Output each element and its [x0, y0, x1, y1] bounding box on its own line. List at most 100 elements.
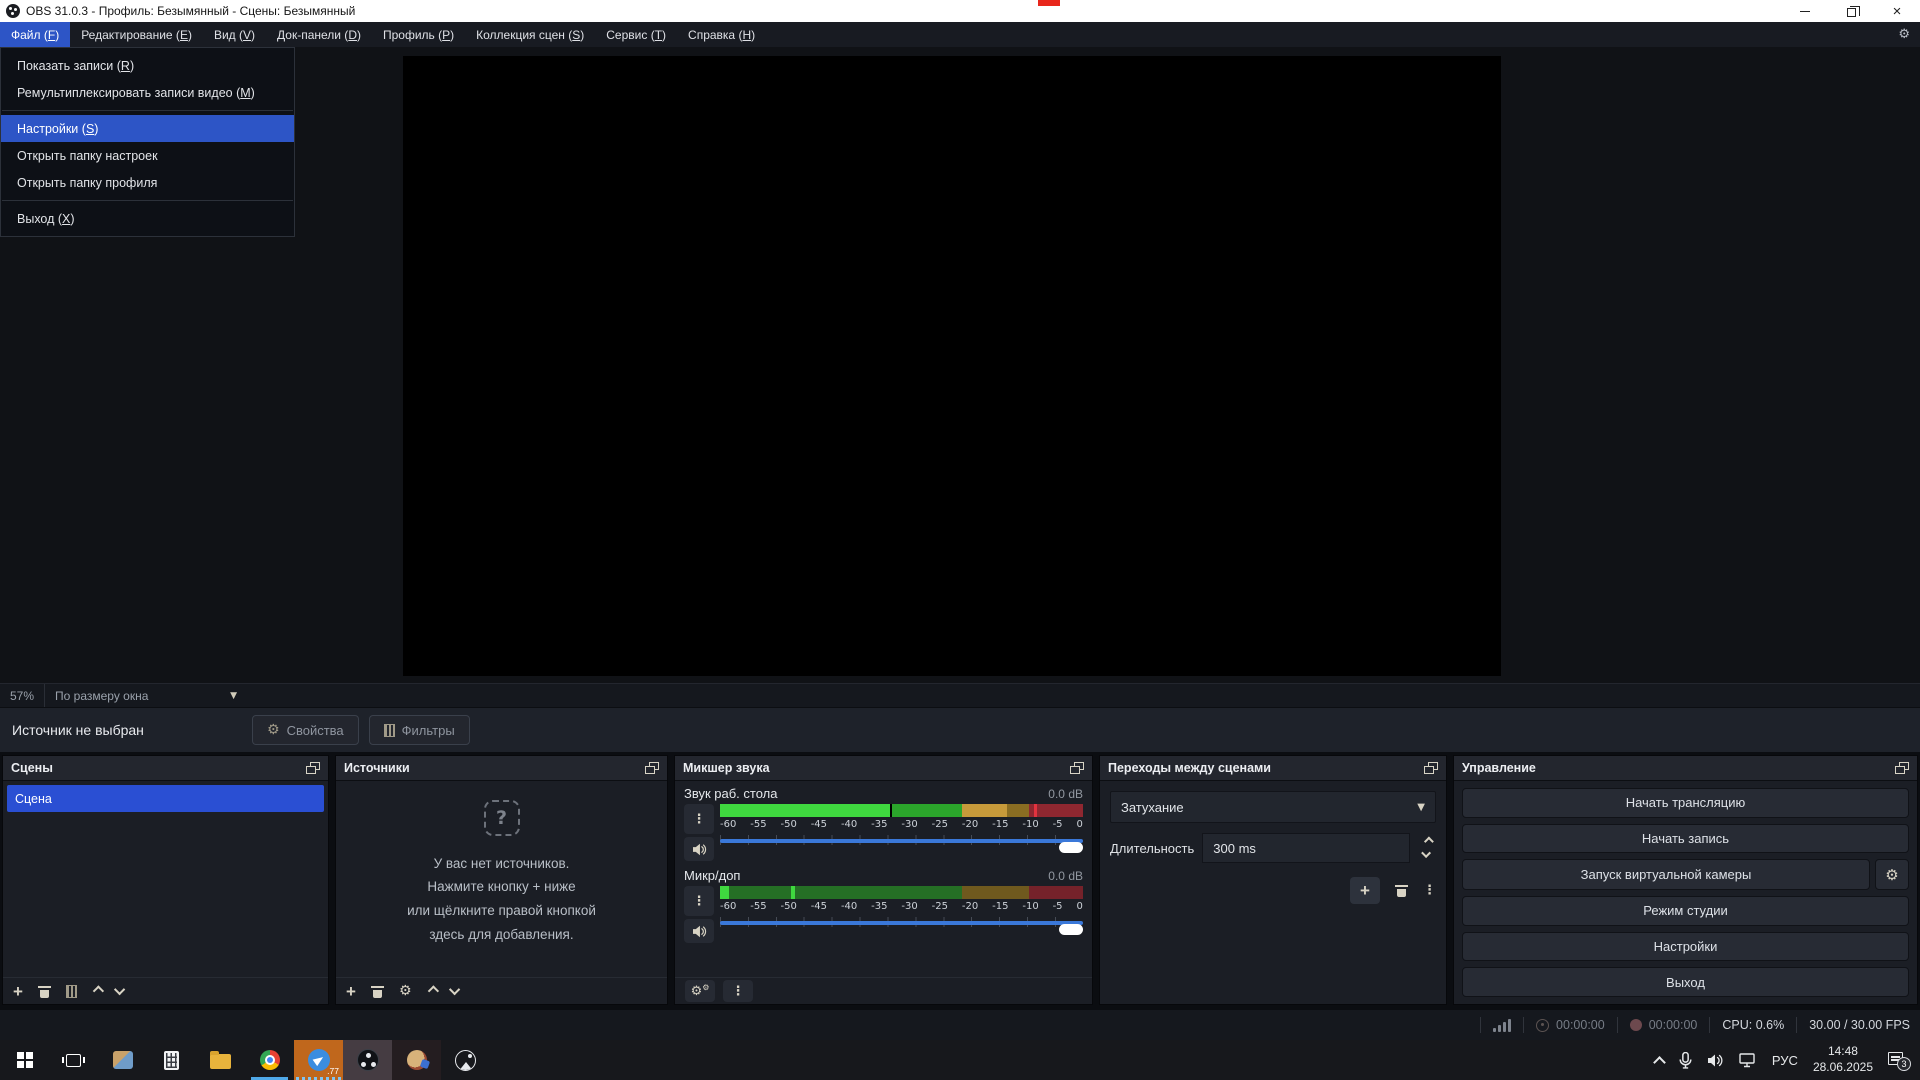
file-menu-remux[interactable]: Ремультиплексировать записи видео (M) — [1, 79, 294, 106]
help-icon: ? — [484, 800, 520, 836]
scene-list-item[interactable]: Сцена — [7, 785, 324, 812]
menu-view[interactable]: Вид (V) — [203, 22, 266, 47]
file-menu-dropdown: Показать записи (R) Ремультиплексировать… — [0, 47, 295, 237]
slider-handle[interactable] — [1059, 924, 1083, 935]
taskbar-app-images[interactable] — [441, 1040, 490, 1080]
minimize-icon — [1800, 11, 1810, 12]
file-menu-exit[interactable]: Выход (X) — [1, 205, 294, 232]
taskbar-app-explorer[interactable] — [196, 1040, 245, 1080]
virtual-camera-settings-button[interactable]: ⚙ — [1875, 859, 1909, 890]
volume-slider[interactable] — [720, 914, 1083, 931]
clock[interactable]: 14:48 28.06.2025 — [1813, 1044, 1873, 1075]
task-view-button[interactable] — [49, 1040, 98, 1080]
popout-icon[interactable] — [1895, 762, 1909, 774]
filters-button[interactable]: Фильтры — [369, 715, 470, 745]
move-scene-down-button[interactable] — [114, 984, 125, 995]
file-menu-settings[interactable]: Настройки (S) — [1, 115, 294, 142]
filter-icon — [384, 724, 395, 737]
sources-panel: Источники ? У вас нет источников. Нажмит… — [335, 755, 668, 1005]
settings-gear-icon[interactable]: ⚙ — [1898, 22, 1920, 47]
zoom-mode-dropdown[interactable]: По размеру окна ▼ — [45, 684, 245, 707]
transition-select[interactable]: Затухание ▼ — [1110, 791, 1436, 823]
notification-center-button[interactable]: 3 — [1888, 1052, 1906, 1068]
restore-button[interactable] — [1828, 0, 1874, 22]
mute-button[interactable] — [684, 837, 714, 861]
move-source-down-button[interactable] — [448, 984, 459, 995]
taskbar-app-game[interactable] — [392, 1040, 441, 1080]
start-recording-button[interactable]: Начать запись — [1462, 824, 1909, 854]
taskbar: .77 РУС 14:48 28.06.2025 3 — [0, 1040, 1920, 1080]
taskbar-app-alert[interactable]: .77 — [294, 1040, 343, 1080]
stream-timer: 00:00:00 — [1536, 1018, 1605, 1032]
popout-icon[interactable] — [306, 762, 320, 774]
start-streaming-button[interactable]: Начать трансляцию — [1462, 788, 1909, 818]
remove-transition-button[interactable] — [1396, 884, 1407, 897]
tray-expand-icon[interactable] — [1653, 1056, 1666, 1069]
add-scene-button[interactable]: + — [13, 983, 23, 1000]
add-source-button[interactable]: + — [346, 983, 356, 1000]
scene-filters-button[interactable] — [66, 985, 77, 998]
taskbar-app-photos[interactable] — [98, 1040, 147, 1080]
move-source-up-button[interactable] — [427, 985, 438, 996]
popout-icon[interactable] — [1424, 762, 1438, 774]
exit-button[interactable]: Выход — [1462, 967, 1909, 997]
track-options-button[interactable]: ⋮ — [684, 886, 714, 916]
start-button[interactable] — [0, 1040, 49, 1080]
volume-slider[interactable] — [720, 832, 1083, 849]
track-options-button[interactable]: ⋮ — [684, 804, 714, 834]
spin-down-button[interactable] — [1421, 848, 1431, 858]
network-icon[interactable] — [1739, 1053, 1757, 1068]
menu-help[interactable]: Справка (H) — [677, 22, 766, 47]
record-icon — [1630, 1019, 1642, 1031]
transition-options-button[interactable]: ⋮ — [1423, 883, 1436, 898]
file-menu-show-recordings[interactable]: Показать записи (R) — [1, 52, 294, 79]
add-transition-button[interactable]: + — [1350, 877, 1380, 904]
slider-handle[interactable] — [1059, 842, 1083, 853]
track-volume-db: 0.0 dB — [1048, 869, 1083, 883]
transitions-panel: Переходы между сценами Затухание ▼ Длите… — [1099, 755, 1447, 1005]
popout-icon[interactable] — [1070, 762, 1084, 774]
menu-docks[interactable]: Док-панели (D) — [266, 22, 372, 47]
start-virtual-camera-button[interactable]: Запуск виртуальной камеры — [1462, 859, 1870, 890]
settings-button[interactable]: Настройки — [1462, 932, 1909, 962]
mute-button[interactable] — [684, 919, 714, 943]
taskbar-app-browser[interactable] — [245, 1040, 294, 1080]
popout-icon[interactable] — [645, 762, 659, 774]
preview-canvas[interactable] — [403, 56, 1501, 676]
zoom-percent: 57% — [0, 684, 45, 707]
studio-mode-button[interactable]: Режим студии — [1462, 896, 1909, 926]
menu-profile[interactable]: Профиль (P) — [372, 22, 465, 47]
notification-badge: 3 — [1897, 1057, 1911, 1071]
language-indicator[interactable]: РУС — [1772, 1053, 1798, 1068]
track-name: Микр/доп — [684, 868, 740, 883]
properties-button[interactable]: ⚙ Свойства — [252, 715, 359, 745]
spin-up-button[interactable] — [1423, 837, 1433, 847]
record-timer: 00:00:00 — [1630, 1018, 1698, 1032]
taskbar-app-obs[interactable] — [343, 1040, 392, 1080]
mixer-options-button[interactable]: ⋮ — [723, 980, 753, 1002]
move-scene-up-button[interactable] — [93, 985, 104, 996]
menu-edit[interactable]: Редактирование (E) — [70, 22, 203, 47]
file-menu-settings-folder[interactable]: Открыть папку настроек — [1, 142, 294, 169]
menu-bar: Файл (F) Редактирование (E) Вид (V) Док-… — [0, 22, 1920, 47]
close-button[interactable]: × — [1874, 0, 1920, 22]
file-menu-profile-folder[interactable]: Открыть папку профиля — [1, 169, 294, 196]
source-properties-button[interactable]: ⚙ — [399, 984, 412, 998]
volume-icon[interactable] — [1707, 1053, 1724, 1068]
folder-icon — [210, 1054, 231, 1069]
duration-input[interactable]: 300 ms — [1202, 833, 1410, 863]
chevron-down-icon: ▼ — [230, 691, 237, 701]
remove-source-button[interactable] — [372, 985, 383, 998]
menu-scene-collection[interactable]: Коллекция сцен (S) — [465, 22, 595, 47]
remove-scene-button[interactable] — [39, 985, 50, 998]
meter-scale: -60-55-50-45-40-35-30-25-20-15-10-50 — [720, 817, 1083, 832]
minimize-button[interactable] — [1782, 0, 1828, 22]
taskbar-app-calculator[interactable] — [147, 1040, 196, 1080]
advanced-audio-button[interactable]: ⚙⚙ — [685, 980, 715, 1002]
menu-tools[interactable]: Сервис (T) — [595, 22, 677, 47]
dock-area: Сцены Сцена + Источники ? У вас нет исто… — [0, 752, 1920, 1010]
microphone-icon[interactable] — [1679, 1052, 1692, 1069]
menu-file[interactable]: Файл (F) — [0, 22, 70, 47]
stream-icon — [1536, 1019, 1549, 1032]
app-badge: .77 — [327, 1066, 339, 1076]
